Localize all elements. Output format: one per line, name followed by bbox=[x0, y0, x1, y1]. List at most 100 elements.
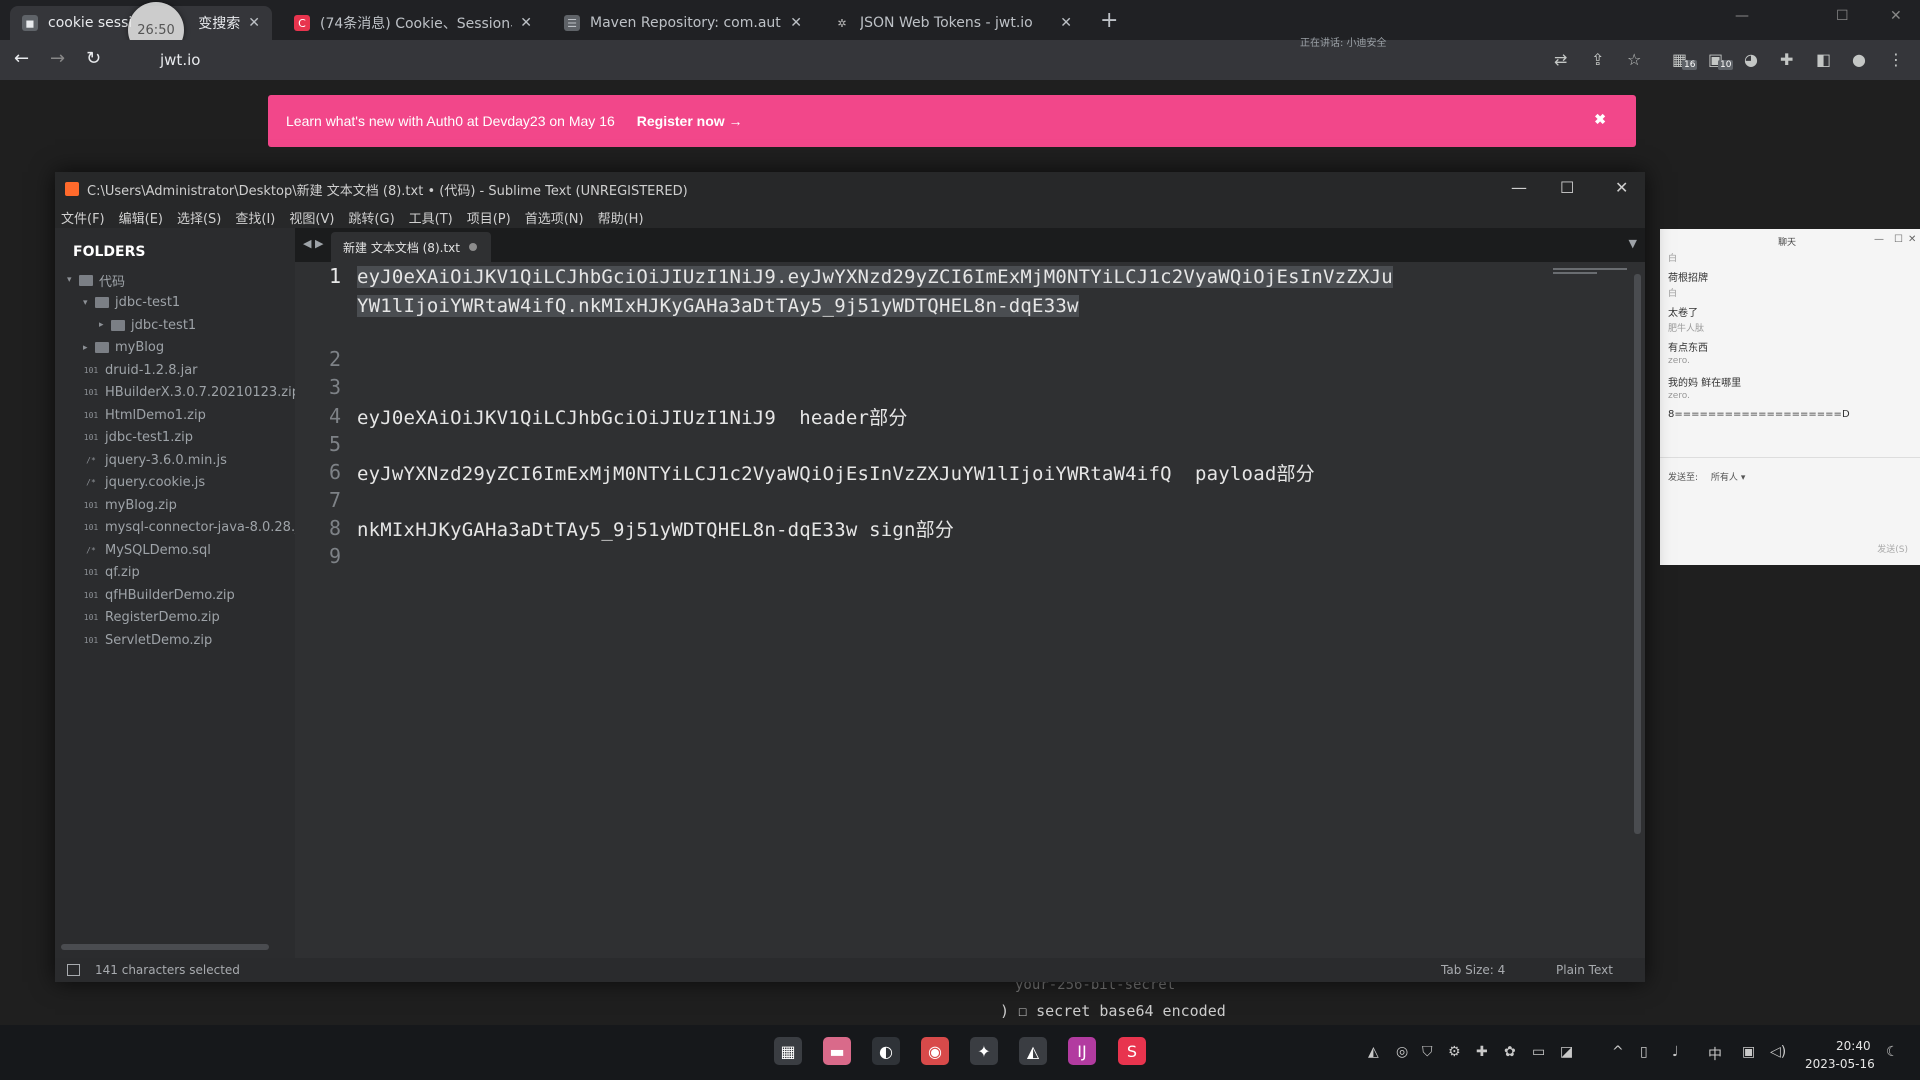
battery-icon[interactable]: ▯ bbox=[1640, 1044, 1648, 1060]
sidebar-file-item[interactable]: /* jquery.cookie.js bbox=[83, 473, 205, 493]
bookmark-star-icon[interactable]: ☆ bbox=[1627, 50, 1641, 69]
share-icon[interactable]: ⇪ bbox=[1591, 50, 1604, 69]
network-icon[interactable]: ▣ bbox=[1742, 1044, 1755, 1060]
maximize-icon[interactable]: ☐ bbox=[1894, 234, 1903, 245]
new-tab-button[interactable]: + bbox=[1100, 8, 1118, 33]
browser-tab[interactable]: ☰ Maven Repository: com.auth0 ✕ bbox=[552, 6, 814, 40]
maximize-icon[interactable]: ☐ bbox=[1560, 178, 1574, 197]
disclosure-arrow-icon[interactable]: ▸ bbox=[99, 320, 111, 330]
app-icon[interactable]: ✦ bbox=[970, 1037, 998, 1065]
sidebar-file-item[interactable]: 101 qf.zip bbox=[83, 563, 140, 583]
tab-dropdown-icon[interactable]: ▼ bbox=[1629, 237, 1637, 250]
tray-app-icon[interactable]: ⚙ bbox=[1448, 1044, 1461, 1060]
tray-app-icon[interactable]: ◪ bbox=[1560, 1044, 1573, 1060]
sidebar-file-item[interactable]: 101 druid-1.2.8.jar bbox=[83, 360, 198, 380]
banner-close-icon[interactable]: ✖ bbox=[1594, 111, 1606, 128]
sidebar-file-item[interactable]: 101 qfHBuilderDemo.zip bbox=[83, 585, 235, 605]
maximize-icon[interactable]: ☐ bbox=[1836, 8, 1849, 24]
syntax-indicator[interactable]: Plain Text bbox=[1556, 963, 1613, 977]
menu-item[interactable]: 文件(F) bbox=[61, 208, 105, 227]
minimize-icon[interactable]: — bbox=[1511, 178, 1527, 197]
sidebar-file-item[interactable]: 101 ServletDemo.zip bbox=[83, 630, 212, 650]
close-tab-icon[interactable]: ✕ bbox=[790, 15, 802, 31]
panel-toggle-icon[interactable] bbox=[67, 964, 80, 976]
tray-app-icon[interactable]: ✚ bbox=[1476, 1044, 1488, 1060]
menu-item[interactable]: 帮助(H) bbox=[598, 208, 644, 227]
shield-icon[interactable]: ⛉ bbox=[1422, 1044, 1433, 1060]
editor-tab[interactable]: 新建 文本文档 (8).txt bbox=[331, 232, 491, 262]
menu-item[interactable]: 工具(T) bbox=[409, 208, 453, 227]
close-icon[interactable]: ✕ bbox=[1890, 8, 1902, 24]
browser-tab[interactable]: C (74条消息) Cookie、Session、J ✕ bbox=[282, 6, 544, 40]
sidebar-file-item[interactable]: 101 jdbc-test1.zip bbox=[83, 428, 193, 448]
disclosure-arrow-icon[interactable]: ▾ bbox=[67, 275, 79, 285]
profile-icon[interactable]: ● bbox=[1852, 50, 1866, 69]
microphone-icon[interactable]: ♩ bbox=[1672, 1044, 1679, 1060]
minimize-icon[interactable]: — bbox=[1874, 234, 1884, 245]
extension-icon[interactable]: ◕ bbox=[1744, 50, 1758, 69]
edge-browser-icon[interactable]: ◐ bbox=[872, 1037, 900, 1065]
sidebar-folder-item[interactable]: ▾ 代码 bbox=[67, 270, 125, 290]
close-icon[interactable]: ✕ bbox=[1615, 178, 1628, 197]
sidebar-file-item[interactable]: /* MySQLDemo.sql bbox=[83, 540, 211, 560]
browser-tab[interactable]: ✲ JSON Web Tokens - jwt.io ✕ bbox=[822, 6, 1084, 40]
chevron-up-icon[interactable]: ^ bbox=[1612, 1044, 1624, 1060]
close-icon[interactable]: ✕ bbox=[1908, 234, 1916, 245]
sublime-taskbar-icon[interactable]: S bbox=[1118, 1037, 1146, 1065]
send-to-selector[interactable]: 发送至: 所有人 ▾ bbox=[1668, 470, 1745, 483]
sidebar-folder-item[interactable]: ▸ jdbc-test1 bbox=[99, 315, 196, 335]
sidebar-file-item[interactable]: /* jquery-3.6.0.min.js bbox=[83, 450, 227, 470]
notification-icon[interactable]: ☾ bbox=[1886, 1044, 1899, 1060]
menu-item[interactable]: 首选项(N) bbox=[525, 208, 584, 227]
sidebar-file-item[interactable]: 101 HBuilderX.3.0.7.20210123.zip bbox=[83, 383, 300, 403]
menu-item[interactable]: 选择(S) bbox=[177, 208, 221, 227]
input-method-indicator[interactable]: 中 bbox=[1708, 1044, 1722, 1064]
tab-nav-arrows-icon[interactable]: ◀ ▶ bbox=[303, 237, 323, 250]
tray-app-icon[interactable]: ◭ bbox=[1368, 1044, 1379, 1060]
menu-item[interactable]: 项目(P) bbox=[467, 208, 511, 227]
sidebar-file-item[interactable]: 101 myBlog.zip bbox=[83, 495, 177, 515]
menu-item[interactable]: 视图(V) bbox=[289, 208, 334, 227]
minimap[interactable] bbox=[1553, 268, 1627, 280]
tray-app-icon[interactable]: ✿ bbox=[1504, 1044, 1516, 1060]
clock-time[interactable]: 20:40 bbox=[1836, 1039, 1871, 1053]
sidebar-scrollbar[interactable] bbox=[61, 944, 269, 950]
tray-app-icon[interactable]: ◎ bbox=[1396, 1044, 1408, 1060]
translate-icon[interactable]: ⇄ bbox=[1554, 50, 1567, 69]
side-panel-icon[interactable]: ◧ bbox=[1816, 50, 1831, 69]
close-tab-icon[interactable]: ✕ bbox=[1060, 15, 1072, 31]
sidebar-file-item[interactable]: 101 mysql-connector-java-8.0.28.jar bbox=[83, 518, 312, 538]
unsaved-dot-icon[interactable] bbox=[469, 243, 477, 251]
back-icon[interactable]: ← bbox=[14, 48, 29, 69]
disclosure-arrow-icon[interactable]: ▸ bbox=[83, 343, 95, 353]
tab-size-indicator[interactable]: Tab Size: 4 bbox=[1441, 963, 1505, 977]
close-tab-icon[interactable]: ✕ bbox=[248, 15, 260, 31]
minimize-icon[interactable]: — bbox=[1735, 8, 1749, 24]
code-editor[interactable]: 1 2 3 4 5 6 7 8 9 eyJ0eXAiOiJKV1QiLCJhbG… bbox=[295, 262, 1645, 958]
clock-date[interactable]: 2023-05-16 bbox=[1805, 1057, 1875, 1071]
disclosure-arrow-icon[interactable]: ▾ bbox=[83, 298, 95, 308]
menu-item[interactable]: 跳转(G) bbox=[348, 208, 394, 227]
address-bar[interactable]: jwt.io bbox=[134, 46, 1294, 74]
task-view-icon[interactable]: ▦ bbox=[774, 1037, 802, 1065]
tray-app-icon[interactable]: ▭ bbox=[1532, 1044, 1545, 1060]
sidebar-folder-item[interactable]: ▸ myBlog bbox=[83, 338, 164, 358]
volume-icon[interactable]: ◁) bbox=[1770, 1044, 1786, 1060]
send-button[interactable]: 发送(S) bbox=[1877, 542, 1908, 555]
base64-checkbox-label[interactable]: ) ☐ secret base64 encoded bbox=[1000, 1002, 1226, 1020]
meeting-app-icon[interactable]: ◭ bbox=[1019, 1037, 1047, 1065]
register-now-link[interactable]: Register now → bbox=[637, 113, 743, 129]
extensions-puzzle-icon[interactable]: ✚ bbox=[1780, 50, 1793, 69]
sidebar-file-item[interactable]: 101 RegisterDemo.zip bbox=[83, 608, 220, 628]
chrome-icon[interactable]: ◉ bbox=[921, 1037, 949, 1065]
editor-scrollbar[interactable] bbox=[1634, 274, 1641, 834]
reload-icon[interactable]: ↻ bbox=[86, 48, 101, 69]
chat-input-area[interactable]: 发送至: 所有人 ▾ 发送(S) bbox=[1660, 457, 1920, 565]
forward-icon[interactable]: → bbox=[50, 48, 65, 69]
sidebar-folder-item[interactable]: ▾ jdbc-test1 bbox=[83, 293, 180, 313]
sidebar-file-item[interactable]: 101 HtmlDemo1.zip bbox=[83, 405, 206, 425]
file-explorer-icon[interactable]: ▬ bbox=[823, 1037, 851, 1065]
menu-icon[interactable]: ⋮ bbox=[1888, 50, 1904, 69]
close-tab-icon[interactable]: ✕ bbox=[520, 15, 532, 31]
menu-item[interactable]: 查找(I) bbox=[235, 208, 275, 227]
